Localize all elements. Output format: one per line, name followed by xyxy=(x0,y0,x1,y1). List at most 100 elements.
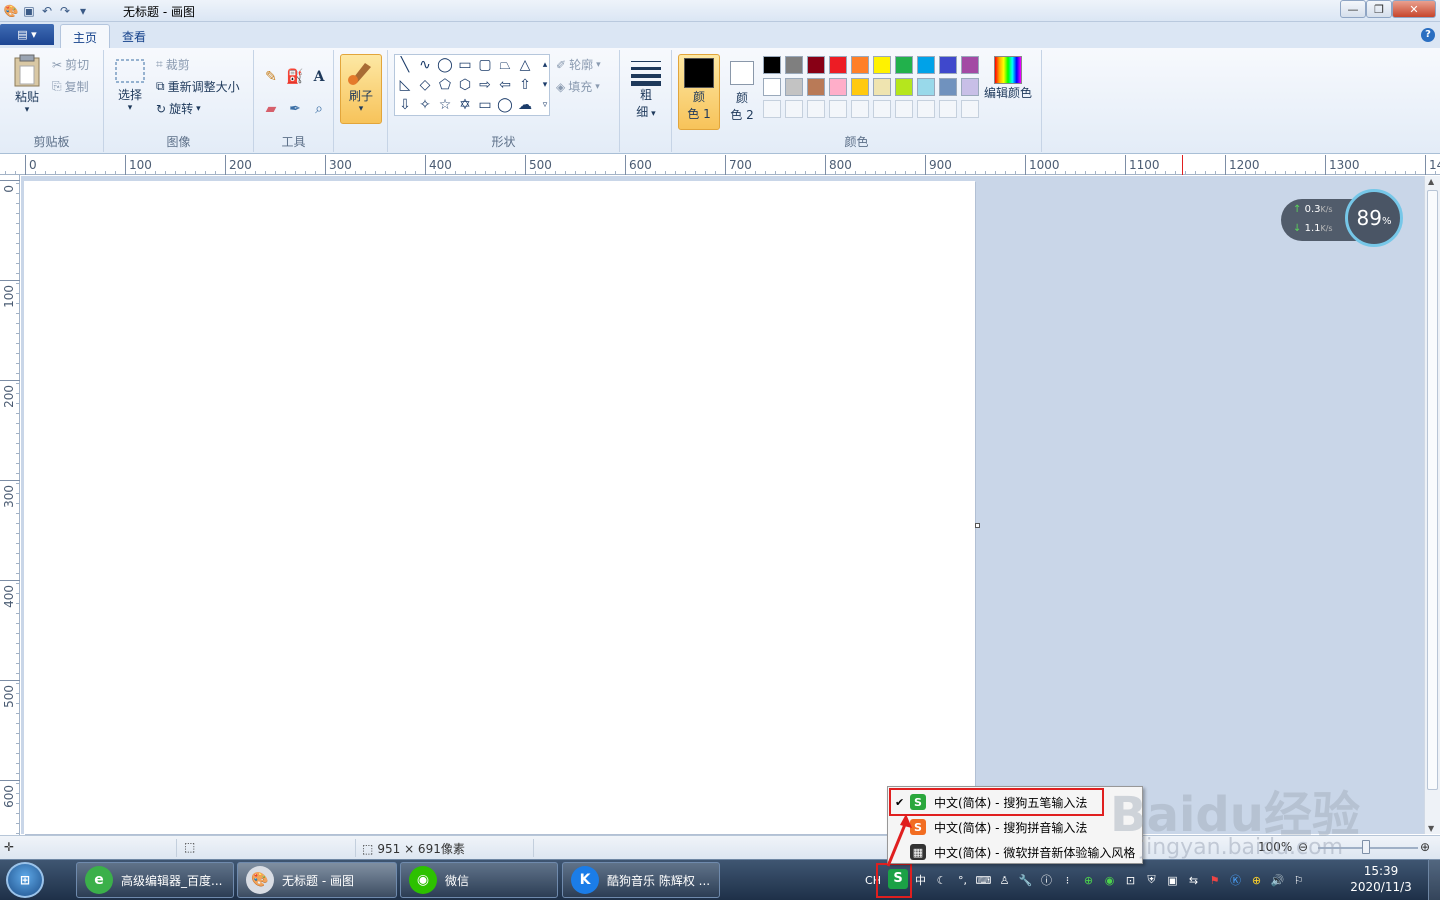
color2-button[interactable]: 颜 色 2 xyxy=(722,54,762,130)
flag-icon[interactable]: ⚑ xyxy=(1206,872,1223,889)
show-desktop-button[interactable] xyxy=(1428,859,1440,900)
taskbar-item-paint[interactable]: 🎨 无标题 - 画图 xyxy=(237,862,397,898)
start-button[interactable]: ⊞ xyxy=(6,862,44,898)
pencil-icon[interactable]: ✎ xyxy=(260,66,282,88)
screen-capture-icon[interactable]: ⊡ xyxy=(1122,872,1139,889)
six-point-star-shape-icon[interactable]: ✡ xyxy=(455,95,475,115)
down-arrow-shape-icon[interactable]: ⇩ xyxy=(395,95,415,115)
network-speed-widget[interactable]: ↑ 0.3K/s ↓ 1.1K/s 89% xyxy=(1281,189,1403,247)
rotate-button[interactable]: ↻ 旋转 ▾ xyxy=(156,100,201,117)
custom-color-slot[interactable] xyxy=(807,100,825,118)
color-swatch[interactable] xyxy=(917,78,935,96)
copy-button[interactable]: ⎘ 复制 xyxy=(52,78,89,95)
custom-color-slot[interactable] xyxy=(917,100,935,118)
color-swatch[interactable] xyxy=(873,56,891,74)
drawing-canvas[interactable] xyxy=(24,181,975,834)
resize-button[interactable]: ⧉ 重新调整大小 xyxy=(156,78,240,95)
shield-icon[interactable]: ⛨ xyxy=(1143,872,1160,889)
canvas-resize-handle[interactable] xyxy=(975,523,980,528)
redo-icon[interactable]: ↷ xyxy=(56,2,74,20)
cloud-callout-shape-icon[interactable]: ☁ xyxy=(515,95,535,115)
close-button[interactable]: ✕ xyxy=(1392,0,1436,18)
select-button[interactable]: 选择 ▾ xyxy=(112,58,148,113)
fill-bucket-icon[interactable]: ⛽ xyxy=(284,66,306,88)
color-picker-icon[interactable]: ✒ xyxy=(284,98,306,120)
color-swatch[interactable] xyxy=(917,56,935,74)
taskbar-item-browser[interactable]: e 高级编辑器_百度... xyxy=(76,862,234,898)
eraser-icon[interactable]: ▰ xyxy=(260,98,282,120)
paint-app-icon[interactable]: 🎨 xyxy=(2,2,20,20)
moon-icon[interactable]: ☾ xyxy=(933,872,950,889)
options-icon[interactable]: ⁝ xyxy=(1059,872,1076,889)
four-point-star-shape-icon[interactable]: ✧ xyxy=(415,95,435,115)
color-swatch[interactable] xyxy=(829,78,847,96)
punctuation-icon[interactable]: °, xyxy=(954,872,971,889)
color-swatch[interactable] xyxy=(807,78,825,96)
vertical-scrollbar[interactable]: ▲ ▼ xyxy=(1424,176,1440,834)
color-swatch[interactable] xyxy=(961,78,979,96)
tab-view[interactable]: 查看 xyxy=(110,24,158,48)
right-arrow-shape-icon[interactable]: ⇨ xyxy=(475,75,495,95)
text-tool-icon[interactable]: A xyxy=(308,66,330,88)
system-clock[interactable]: 15:39 2020/11/3 xyxy=(1342,863,1420,895)
taskbar-item-wechat[interactable]: ◉ 微信 xyxy=(400,862,558,898)
plus-circle-icon[interactable]: ⊕ xyxy=(1248,872,1265,889)
brushes-button[interactable]: 刷子 ▾ xyxy=(340,54,382,124)
user-icon[interactable]: ♙ xyxy=(996,872,1013,889)
zoom-slider-thumb[interactable] xyxy=(1362,840,1370,854)
diamond-shape-icon[interactable]: ◇ xyxy=(415,75,435,95)
save-icon[interactable]: ▣ xyxy=(20,2,38,20)
rect-callout-shape-icon[interactable]: ▭ xyxy=(475,95,495,115)
paint-menu-button[interactable]: ▤ ▾ xyxy=(0,24,54,45)
shapes-more-icon[interactable]: ▿ xyxy=(535,95,555,115)
custom-color-slot[interactable] xyxy=(851,100,869,118)
paste-button[interactable]: 粘贴 ▾ xyxy=(8,54,46,115)
maximize-button[interactable]: ❐ xyxy=(1366,0,1392,18)
crop-button[interactable]: ⌗ 裁剪 xyxy=(156,56,190,73)
custom-color-slot[interactable] xyxy=(785,100,803,118)
custom-color-slot[interactable] xyxy=(895,100,913,118)
color-swatch[interactable] xyxy=(873,78,891,96)
color-swatch[interactable] xyxy=(829,56,847,74)
curve-shape-icon[interactable]: ∿ xyxy=(415,55,435,75)
help-circle-icon[interactable]: ⓘ xyxy=(1038,872,1055,889)
color-swatch[interactable] xyxy=(895,78,913,96)
custom-color-slot[interactable] xyxy=(763,100,781,118)
taskbar-item-kugou[interactable]: K 酷狗音乐 陈辉权 ... xyxy=(562,862,720,898)
ime-item-sogou-pinyin[interactable]: S 中文(简体) - 搜狗拼音输入法 xyxy=(888,815,1142,839)
hexagon-shape-icon[interactable]: ⬡ xyxy=(455,75,475,95)
zoom-in-icon[interactable]: ⊕ xyxy=(1420,840,1430,854)
color-swatch[interactable] xyxy=(961,56,979,74)
custom-color-slot[interactable] xyxy=(961,100,979,118)
triangle-shape-icon[interactable]: △ xyxy=(515,55,535,75)
pentagon-shape-icon[interactable]: ⬠ xyxy=(435,75,455,95)
rounded-rectangle-shape-icon[interactable]: ▢ xyxy=(475,55,495,75)
app-green-icon[interactable]: ⊕ xyxy=(1080,872,1097,889)
color-swatch[interactable] xyxy=(939,56,957,74)
color-swatch[interactable] xyxy=(785,56,803,74)
zoom-out-icon[interactable]: ⊖ xyxy=(1298,840,1308,854)
outline-button[interactable]: ✐ 轮廓 ▾ xyxy=(556,56,601,73)
line-shape-icon[interactable]: ╲ xyxy=(395,55,415,75)
action-center-icon[interactable]: ⚐ xyxy=(1290,872,1307,889)
security-tray-icon[interactable]: ▣ xyxy=(1164,872,1181,889)
shapes-scroll-down-icon[interactable]: ▾ xyxy=(535,75,555,95)
color1-button[interactable]: 颜 色 1 xyxy=(678,54,720,130)
network-icon[interactable]: ⇆ xyxy=(1185,872,1202,889)
volume-icon[interactable]: 🔊 xyxy=(1269,872,1286,889)
color-swatch[interactable] xyxy=(763,56,781,74)
minimize-button[interactable]: — xyxy=(1340,0,1366,18)
custom-color-slot[interactable] xyxy=(873,100,891,118)
up-arrow-shape-icon[interactable]: ⇧ xyxy=(515,75,535,95)
oval-callout-shape-icon[interactable]: ◯ xyxy=(495,95,515,115)
five-point-star-shape-icon[interactable]: ☆ xyxy=(435,95,455,115)
ime-mode-indicator[interactable]: 中 xyxy=(912,872,929,889)
undo-icon[interactable]: ↶ xyxy=(38,2,56,20)
cut-button[interactable]: ✂ 剪切 xyxy=(52,56,89,73)
edit-colors-button[interactable]: 编辑颜色 xyxy=(982,56,1034,101)
wrench-icon[interactable]: 🔧 xyxy=(1017,872,1034,889)
customize-toolbar-icon[interactable]: ▾ xyxy=(74,2,92,20)
scrollbar-thumb[interactable] xyxy=(1427,190,1438,790)
oval-shape-icon[interactable]: ◯ xyxy=(435,55,455,75)
color-swatch[interactable] xyxy=(895,56,913,74)
